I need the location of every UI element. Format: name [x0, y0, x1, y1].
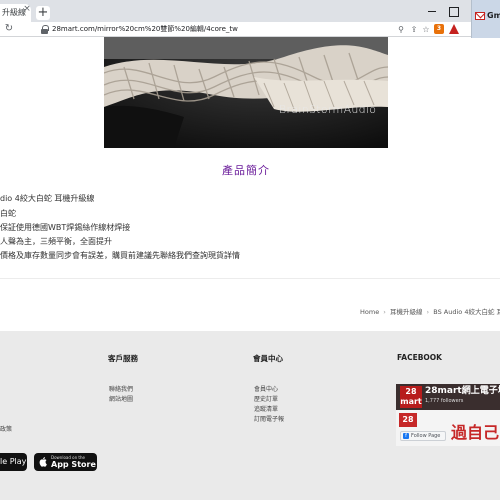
translate-icon[interactable]: ⚲ [396, 24, 406, 35]
desc-line-1: dio 4絞大白蛇 耳機升級線 [0, 194, 95, 203]
section-title: 產品簡介 [222, 164, 270, 177]
footer-link-contact[interactable]: 聯絡我們 [109, 384, 133, 393]
facebook-follow-label: Follow Page [411, 433, 441, 439]
content-divider [0, 278, 500, 279]
lock-icon[interactable] [41, 25, 49, 34]
desc-line-2: 白蛇 [0, 209, 16, 218]
braided-cable-illustration [104, 37, 388, 148]
footer-heading-customer-service: 客戶服務 [108, 354, 138, 363]
desc-line-5: 價格及庫存數量同步會有誤差，購買前建議先聯絡我們查詢現貨詳情 [0, 251, 240, 260]
app-store-badge[interactable]: Download on the App Store [34, 453, 97, 471]
breadcrumb-home[interactable]: Home [360, 308, 379, 316]
facebook-page-name[interactable]: 28mart網上電子城 [425, 386, 500, 397]
breadcrumb-category[interactable]: 耳機升級線 [390, 308, 423, 316]
desc-line-3: 保証使用德國WBT焊錫絲作線材焊接 [0, 223, 131, 232]
warning-extension-icon[interactable] [449, 24, 459, 34]
browser-window: 升級線 × + ✕ ↻ 28mart.com/mirror%20cm%20雙節%… [0, 0, 500, 500]
extension-badge-icon[interactable]: 3 [434, 24, 444, 34]
facebook-icon: f [403, 433, 409, 439]
footer-link-member-center[interactable]: 會員中心 [254, 384, 278, 393]
facebook-followers-count: 1,777 followers [425, 398, 464, 404]
tab-strip: 升級線 × + ✕ [0, 0, 500, 22]
desc-line-4: 人聲為主，三頻平衡，全面提升 [0, 237, 112, 246]
google-play-badge[interactable]: le Play [0, 453, 27, 471]
breadcrumb-current: BS Audio 4絞大白蛇 耳機 [433, 308, 500, 316]
app-store-label: App Store [51, 460, 96, 469]
new-tab-button[interactable]: + [36, 6, 50, 20]
facebook-follow-button[interactable]: f Follow Page [400, 431, 446, 441]
hero-brand-text: BrainStormAudio [279, 103, 377, 116]
breadcrumb: Home › 耳機升級線 › BS Audio 4絞大白蛇 耳機 [360, 306, 500, 316]
facebook-banner-logo: 28 [399, 413, 417, 427]
tab-close-icon[interactable]: × [22, 4, 32, 14]
browser-toolbar: ↻ 28mart.com/mirror%20cm%20雙節%20編輯/4core… [0, 22, 500, 37]
minimize-button[interactable] [425, 4, 439, 18]
address-bar[interactable]: 28mart.com/mirror%20cm%20雙節%20編輯/4core_t… [52, 23, 382, 36]
share-icon[interactable]: ⇪ [409, 24, 419, 35]
footer-heading-member-center: 會員中心 [253, 354, 283, 363]
gmail-panel[interactable]: Gmail [471, 0, 500, 38]
product-hero-image: BrainStormAudio [104, 37, 388, 148]
breadcrumb-separator: › [426, 308, 430, 316]
footer-link-watchlist[interactable]: 追蹤清單 [254, 404, 278, 413]
footer-link-newsletter[interactable]: 訂閱電子報 [254, 414, 284, 423]
gmail-icon [475, 12, 485, 20]
footer-link-order-history[interactable]: 歷史訂單 [254, 394, 278, 403]
reload-icon[interactable]: ↻ [4, 23, 14, 35]
facebook-page-widget[interactable]: 28 mart 28mart網上電子城 1,777 followers 28 過… [396, 384, 500, 446]
footer-heading-facebook: FACEBOOK [397, 353, 442, 362]
bookmark-star-icon[interactable]: ☆ [421, 24, 431, 35]
apple-icon [39, 457, 47, 467]
breadcrumb-separator: › [383, 308, 386, 316]
facebook-banner-slogan: 過自己 [451, 423, 500, 442]
maximize-button[interactable] [446, 4, 460, 18]
footer-policy-link[interactable]: 政策 [0, 424, 12, 433]
footer-link-sitemap[interactable]: 網站地圖 [109, 394, 133, 403]
google-play-label: le Play [0, 457, 27, 466]
gmail-label: Gmail [487, 11, 500, 20]
facebook-page-logo: 28 mart [400, 386, 422, 408]
